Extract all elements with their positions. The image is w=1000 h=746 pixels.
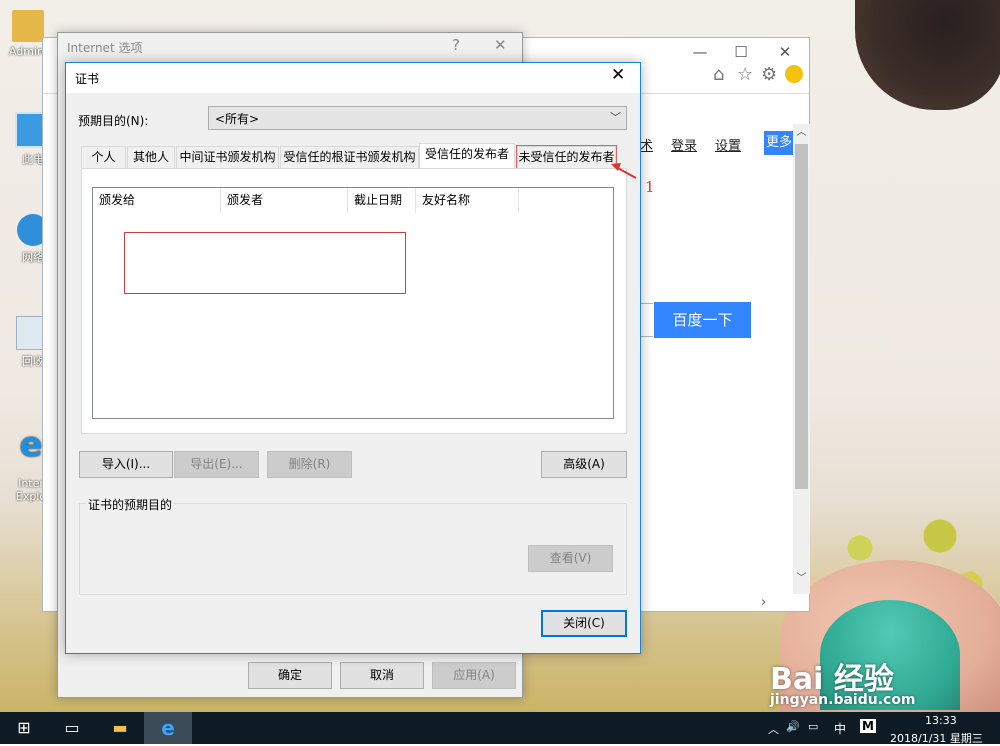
start-windows-icon[interactable]: ⊞ (0, 712, 48, 744)
tab-intermediate-ca[interactable]: 中间证书颁发机构 (176, 146, 279, 168)
nav-link-login[interactable]: 登录 (671, 135, 697, 154)
vertical-scrollbar[interactable]: ︿ ﹀ (793, 124, 810, 594)
annotation-number: 1 (645, 178, 655, 196)
purpose-select[interactable]: <所有> ﹀ (208, 106, 627, 130)
minimize-button[interactable]: — (680, 40, 720, 64)
column-expiration-date[interactable]: 截止日期 (348, 188, 416, 213)
tray-up-chevron-icon[interactable]: ︿ (768, 721, 779, 737)
home-icon[interactable]: ⌂ (713, 64, 724, 85)
column-friendly-name[interactable]: 友好名称 (416, 188, 519, 213)
chevron-down-icon: ﹀ (610, 111, 621, 124)
column-issued-to[interactable]: 颁发给 (93, 188, 221, 213)
smiley-feedback-icon[interactable] (785, 65, 803, 83)
view-button[interactable]: 查看(V) (528, 545, 613, 572)
taskbar-ie-icon[interactable]: e (144, 712, 192, 744)
ime-mode-indicator[interactable]: M (860, 719, 876, 733)
internet-options-title: Internet 选项 (67, 41, 143, 55)
favorites-star-icon[interactable]: ☆ (737, 64, 753, 85)
clock-time[interactable]: 13:33 (925, 714, 957, 727)
baidu-search-button[interactable]: 百度一下 (654, 302, 751, 338)
certificate-list[interactable]: 颁发给 颁发者 截止日期 友好名称 (92, 187, 614, 419)
taskbar: ⊞ ▭ ▬ e ︿ 🔊 ▭ 中 M 13:33 2018/1/31 星期三 (0, 712, 1000, 745)
browser-close-button[interactable]: ✕ (765, 40, 805, 64)
tab-personal[interactable]: 个人 (81, 146, 126, 168)
purpose-label: 预期目的(N): (78, 114, 149, 128)
annotation-arrow-icon (611, 163, 637, 179)
column-issued-by[interactable]: 颁发者 (221, 188, 348, 213)
ok-button[interactable]: 确定 (248, 662, 332, 689)
user-folder-icon (12, 10, 44, 42)
scrollbar-thumb[interactable] (795, 144, 808, 489)
import-button[interactable]: 导入(I)... (79, 451, 173, 478)
purpose-select-value: <所有> (215, 112, 260, 126)
scroll-up-arrow-icon[interactable]: ︿ (793, 124, 810, 141)
tab-untrusted-publishers[interactable]: 未受信任的发布者 (516, 145, 617, 169)
certificate-close-icon[interactable]: ✕ (611, 65, 625, 85)
export-button[interactable]: 导出(E)... (174, 451, 259, 478)
baidu-watermark-url: jingyan.baidu.com (770, 692, 916, 708)
maximize-button[interactable]: ☐ (721, 40, 761, 64)
certificate-dialog-title: 证书 (75, 72, 100, 86)
scroll-down-arrow-icon[interactable]: ﹀ (793, 570, 810, 587)
tools-gear-icon[interactable]: ⚙ (761, 64, 777, 85)
network-status-icon[interactable]: ▭ (808, 720, 818, 733)
advanced-button[interactable]: 高级(A) (541, 451, 627, 478)
cancel-button[interactable]: 取消 (340, 662, 424, 689)
apply-button[interactable]: 应用(A) (432, 662, 516, 689)
tab-trusted-publishers[interactable]: 受信任的发布者 (419, 143, 515, 169)
more-products-button[interactable]: 更多 (764, 131, 794, 155)
purposes-group-label: 证书的预期目的 (86, 496, 175, 513)
tab-trusted-root-ca[interactable]: 受信任的根证书颁发机构 (280, 146, 419, 168)
internet-options-close-button[interactable]: ✕ (494, 36, 507, 54)
file-explorer-icon[interactable]: ▬ (96, 712, 144, 744)
nav-link-settings[interactable]: 设置 (715, 135, 741, 154)
certificate-titlebar (66, 63, 640, 93)
remove-button[interactable]: 删除(R) (267, 451, 352, 478)
help-button[interactable]: ? (452, 36, 460, 54)
close-button[interactable]: 关闭(C) (541, 610, 627, 637)
scroll-right-arrow-icon[interactable]: › (761, 595, 766, 610)
ime-language-indicator[interactable]: 中 (834, 720, 846, 737)
tab-other-people[interactable]: 其他人 (127, 146, 175, 168)
certificate-dialog: 证书 ✕ 预期目的(N): <所有> ﹀ 个人 其他人 中间证书颁发机构 受信任… (65, 62, 641, 654)
volume-icon[interactable]: 🔊 (786, 720, 800, 733)
annotation-box (124, 232, 406, 294)
task-view-icon[interactable]: ▭ (48, 712, 96, 744)
